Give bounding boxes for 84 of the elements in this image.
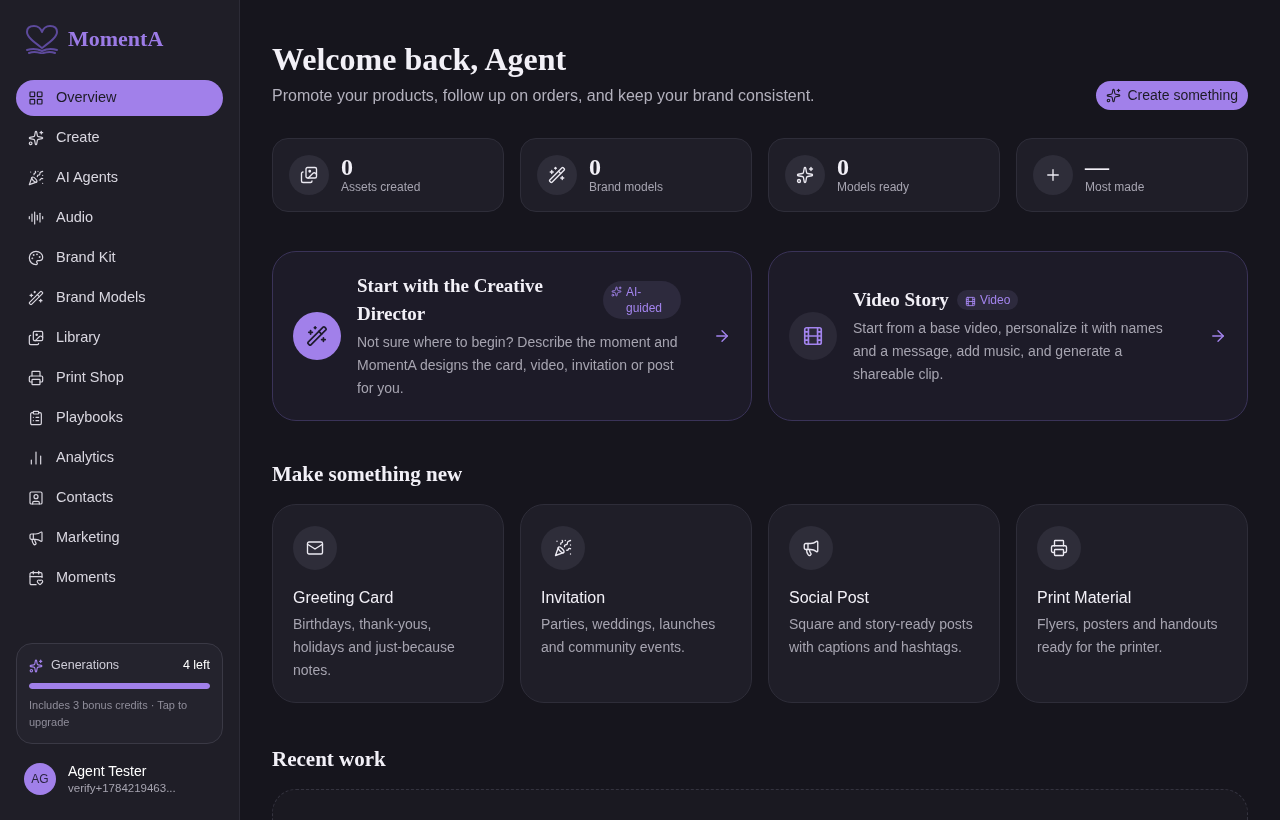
sparkles-icon (28, 130, 44, 146)
printer-icon (28, 370, 44, 386)
nav-item[interactable]: Contacts (16, 480, 223, 516)
feature-description: Start from a base video, personalize it with names and a message, add music, and generate a shareable clip. (853, 319, 1164, 384)
nav-item[interactable]: Brand Kit (16, 240, 223, 276)
template-description: Parties, weddings, launches and community events. (541, 615, 717, 657)
nav-item[interactable]: Print Shop (16, 360, 223, 396)
party-popper-icon (28, 170, 44, 186)
feature-card[interactable]: Video Story Video Start from a base video, personalize it with names and a message, add music, and generate a shareable clip. (768, 251, 1248, 421)
sparkles-icon (785, 155, 825, 195)
nav-item[interactable]: Playbooks (16, 400, 223, 436)
nav-item[interactable]: Library (16, 320, 223, 356)
section-title: Make something new (272, 461, 464, 488)
audio-wave-icon (28, 210, 44, 226)
nav-item[interactable]: Analytics (16, 440, 223, 476)
nav-item[interactable]: Marketing (16, 520, 223, 556)
film-icon (789, 312, 837, 360)
template-card[interactable]: Print Material Flyers, posters and handouts ready for the printer. (1016, 504, 1248, 703)
feature-badge: Video (956, 290, 1019, 310)
nav-item[interactable]: AI Agents (16, 160, 223, 196)
stat-label: Models ready (837, 179, 910, 195)
section-title: Recent work (272, 746, 387, 773)
generations-label: Generations (51, 657, 120, 675)
heart-logo-icon (24, 24, 60, 54)
arrow-right-icon (713, 327, 731, 345)
party-popper-icon (541, 526, 585, 570)
nav-item[interactable]: Overview (16, 80, 223, 116)
template-card[interactable]: Invitation Parties, weddings, launches and community events. (520, 504, 752, 703)
template-description: Square and story-ready posts with captions and hashtags. (789, 615, 974, 657)
template-title: Greeting Card (293, 588, 395, 608)
magic-wand-icon (293, 312, 341, 360)
megaphone-icon (28, 530, 44, 546)
generations-remaining: 4 left (182, 657, 210, 675)
stat-value: 0 (837, 155, 850, 179)
template-title: Print Material (1037, 588, 1133, 608)
sparkles-icon (1106, 88, 1122, 103)
nav-item[interactable]: Create (16, 120, 223, 156)
calendar-heart-icon (28, 570, 44, 586)
magic-wand-icon (537, 155, 577, 195)
contact-card-icon (28, 490, 44, 506)
stat-label: Assets created (341, 179, 421, 195)
images-icon (289, 155, 329, 195)
clipboard-icon (28, 410, 44, 426)
magic-wand-icon (28, 290, 44, 306)
feature-title: Video Story (853, 288, 949, 312)
template-card[interactable]: Social Post Square and story-ready posts with captions and hashtags. (768, 504, 1000, 703)
template-title: Invitation (541, 588, 607, 608)
sparkles-icon (611, 286, 622, 297)
template-card[interactable]: Greeting Card Birthdays, thank-yous, holidays and just-because notes. (272, 504, 504, 703)
feature-badge: AI-guided (603, 281, 681, 319)
sparkles-icon (29, 658, 43, 673)
stat-value: — (1085, 155, 1111, 179)
page-title: Welcome back, Agent (272, 40, 568, 78)
arrow-right-icon (1209, 327, 1227, 345)
stat-label: Most made (1085, 179, 1145, 195)
template-description: Birthdays, thank-yous, holidays and just-because notes. (293, 615, 456, 680)
stat-label: Brand models (589, 179, 664, 195)
palette-icon (28, 250, 44, 266)
printer-icon (1037, 526, 1081, 570)
page-subtitle: Promote your products, follow up on orders, and keep your brand consistent. (272, 86, 815, 106)
stat-value: 0 (589, 155, 602, 179)
envelope-icon (293, 526, 337, 570)
user-email: verify+1784219463... (68, 781, 176, 796)
generations-note: Includes 3 bonus credits · Tap to upgrade (29, 698, 189, 730)
template-description: Flyers, posters and handouts ready for the printer. (1037, 615, 1219, 657)
bar-chart-icon (28, 450, 44, 466)
plus-icon (1033, 155, 1073, 195)
create-something-button[interactable]: Create something (1096, 81, 1248, 110)
template-title: Social Post (789, 588, 871, 608)
brand-name: MomentA (68, 28, 164, 50)
nav-item[interactable]: Moments (16, 560, 223, 596)
film-icon (964, 295, 976, 307)
feature-description: Not sure where to begin? Describe the moment and MomentA designs the card, video, invitation or post for you. (357, 333, 679, 398)
stat-value: 0 (341, 155, 354, 179)
nav-item[interactable]: Brand Models (16, 280, 223, 316)
user-name: Agent Tester (68, 762, 148, 780)
grid-icon (28, 90, 44, 106)
user-avatar[interactable]: AG (24, 763, 56, 795)
megaphone-icon (789, 526, 833, 570)
nav-item[interactable]: Audio (16, 200, 223, 236)
feature-title: Start with the Creative Director (357, 274, 544, 326)
images-icon (28, 330, 44, 346)
generations-card[interactable]: Generations 4 left Includes 3 bonus credits · Tap to upgrade (16, 643, 223, 744)
feature-card[interactable]: Start with the Creative Director AI-guided Not sure where to begin? Describe the moment and MomentA designs the card, video, invitation or post for you. (272, 251, 752, 421)
